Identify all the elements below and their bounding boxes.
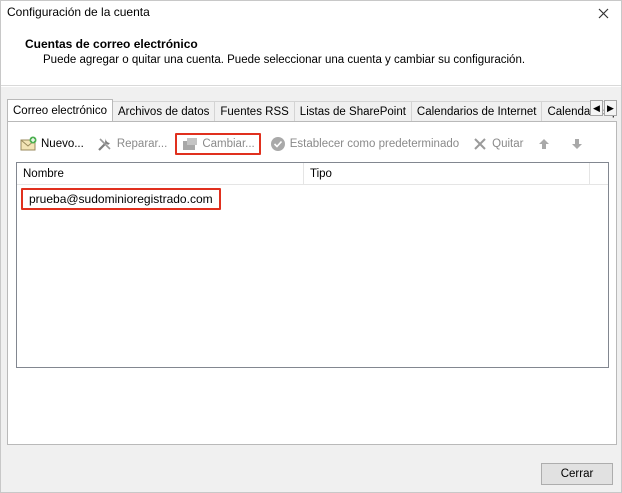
title-bar: Configuración de la cuenta bbox=[1, 1, 621, 25]
window-title: Configuración de la cuenta bbox=[7, 5, 150, 19]
tab-data-files[interactable]: Archivos de datos bbox=[111, 101, 216, 121]
checkmark-circle-icon bbox=[269, 136, 287, 152]
list-header: Nombre Tipo bbox=[17, 163, 608, 185]
header-description: Puede agregar o quitar una cuenta. Puede… bbox=[43, 54, 526, 66]
remove-button-label: Quitar bbox=[492, 138, 524, 150]
tab-strip: Correo electrónico Archivos de datos Fue… bbox=[7, 99, 617, 121]
repair-tools-icon bbox=[96, 136, 114, 152]
close-button[interactable]: Cerrar bbox=[541, 463, 613, 485]
remove-button[interactable]: Quitar bbox=[467, 133, 527, 155]
set-default-button-label: Establecer como predeterminado bbox=[289, 138, 460, 150]
tab-scroll-right-icon[interactable]: ▶ bbox=[604, 100, 617, 116]
arrow-up-icon bbox=[535, 136, 553, 152]
column-header-type[interactable]: Tipo bbox=[304, 163, 590, 185]
list-item[interactable]: prueba@sudominioregistrado.com bbox=[21, 188, 221, 210]
email-tab-panel: Nuevo... Reparar... Cambiar... Establece… bbox=[7, 121, 617, 445]
tab-scroll-left-icon[interactable]: ◀ bbox=[590, 100, 603, 116]
set-default-button[interactable]: Establecer como predeterminado bbox=[265, 133, 463, 155]
repair-button-label: Reparar... bbox=[116, 138, 168, 150]
tab-rss-feeds[interactable]: Fuentes RSS bbox=[214, 101, 295, 121]
accounts-list: Nombre Tipo prueba@sudominioregistrado.c… bbox=[16, 162, 609, 368]
arrow-down-icon bbox=[568, 136, 586, 152]
tab-scroll-buttons: ◀ ▶ bbox=[589, 100, 617, 116]
move-down-button[interactable] bbox=[564, 133, 593, 155]
new-button-label: Nuevo... bbox=[41, 138, 84, 150]
dialog-body: Correo electrónico Archivos de datos Fue… bbox=[1, 87, 621, 492]
tab-internet-calendars[interactable]: Calendarios de Internet bbox=[410, 101, 543, 121]
change-icon bbox=[181, 136, 199, 152]
change-button-label: Cambiar... bbox=[202, 138, 255, 150]
toolbar: Nuevo... Reparar... Cambiar... Establece… bbox=[16, 132, 608, 156]
new-button[interactable]: Nuevo... bbox=[16, 133, 88, 155]
remove-x-icon bbox=[471, 136, 489, 152]
change-button[interactable]: Cambiar... bbox=[175, 133, 261, 155]
account-settings-window: Configuración de la cuenta Cuentas de co… bbox=[0, 0, 622, 493]
account-email: prueba@sudominioregistrado.com bbox=[29, 192, 213, 206]
header-title: Cuentas de correo electrónico bbox=[25, 37, 198, 51]
column-header-name[interactable]: Nombre bbox=[17, 163, 304, 185]
tab-sharepoint-lists[interactable]: Listas de SharePoint bbox=[293, 101, 412, 121]
move-up-button[interactable] bbox=[531, 133, 560, 155]
tab-email[interactable]: Correo electrónico bbox=[7, 99, 113, 121]
new-account-icon bbox=[20, 136, 38, 152]
header-section: Cuentas de correo electrónico Puede agre… bbox=[1, 25, 621, 86]
repair-button[interactable]: Reparar... bbox=[92, 133, 172, 155]
close-icon[interactable] bbox=[591, 3, 615, 23]
